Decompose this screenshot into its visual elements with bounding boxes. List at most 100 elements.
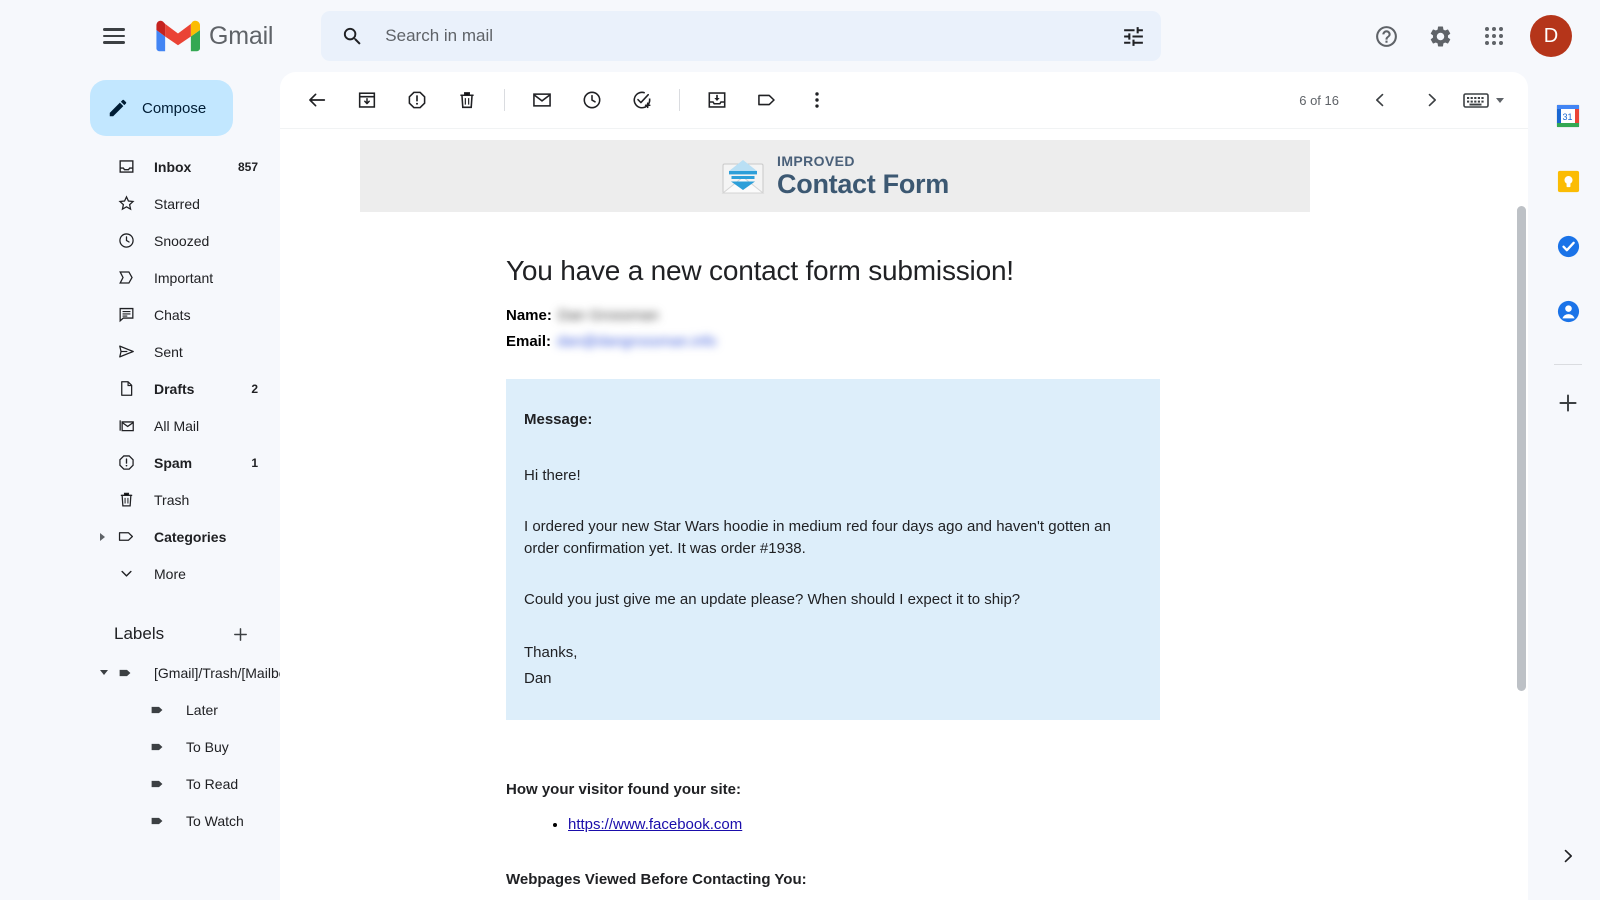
search-icon[interactable]: [339, 23, 365, 49]
gmail-app: Gmail D: [0, 0, 1600, 900]
field-value-redacted: dan@dangrossman.info: [557, 333, 717, 350]
label-item-to-read[interactable]: To Read: [90, 765, 270, 802]
list-item: https://www.facebook.com: [568, 816, 1528, 833]
top-header-bar: Gmail D: [0, 0, 1600, 72]
main-pane: 6 of 16 IMPROVED Contact Form You have a…: [280, 72, 1536, 900]
tune-options-icon[interactable]: [1119, 22, 1147, 50]
banner-eyebrow: IMPROVED: [777, 153, 855, 169]
referrer-link[interactable]: https://www.facebook.com: [568, 816, 742, 833]
label-item-to-buy[interactable]: To Buy: [90, 728, 270, 765]
sidebar-item-all-mail[interactable]: All Mail: [90, 407, 270, 444]
sidebar-item-label: Chats: [154, 306, 191, 323]
message-label: Message:: [524, 411, 593, 428]
sidebar-item-drafts[interactable]: Drafts 2: [90, 370, 270, 407]
label-filled-icon: [116, 663, 136, 683]
sidebar-item-important[interactable]: Important: [90, 259, 270, 296]
google-contacts-icon[interactable]: [1548, 291, 1588, 331]
google-keep-icon[interactable]: [1548, 161, 1588, 201]
label-text: To Watch: [186, 812, 244, 829]
star-icon: [116, 194, 136, 214]
content-divider: [280, 128, 1528, 129]
compose-button[interactable]: Compose: [90, 80, 233, 136]
label-item-gmail-trash-mailbox[interactable]: [Gmail]/Trash/[Mailbox]: [90, 654, 280, 691]
email-scrollbar-thumb[interactable]: [1517, 206, 1526, 691]
label-item-to-watch[interactable]: To Watch: [90, 802, 270, 839]
search-bar[interactable]: [321, 11, 1162, 61]
all-mail-icon: [116, 416, 136, 436]
sidebar-item-label: More: [154, 565, 186, 582]
add-side-panel-app-plus-icon[interactable]: [1548, 383, 1588, 423]
keyboard-icon: [1463, 92, 1489, 108]
chevron-left-icon[interactable]: [1360, 80, 1400, 120]
important-icon: [116, 268, 136, 288]
keyboard-shortcuts-toggle[interactable]: [1459, 91, 1508, 110]
apps-grid-icon[interactable]: [1470, 12, 1518, 60]
svg-text:31: 31: [1562, 112, 1572, 122]
clock-icon: [116, 231, 136, 251]
search-input[interactable]: [385, 26, 1120, 46]
pencil-compose-icon: [109, 99, 127, 117]
hamburger-menu-icon[interactable]: [90, 12, 138, 60]
google-tasks-icon[interactable]: [1548, 226, 1588, 266]
back-arrow-icon[interactable]: [297, 80, 337, 120]
delete-trash-icon[interactable]: [447, 80, 487, 120]
create-label-plus-icon[interactable]: [226, 620, 254, 648]
trash-icon: [116, 490, 136, 510]
gear-icon[interactable]: [1416, 12, 1464, 60]
field-email: Email: dan@dangrossman.info: [506, 329, 1528, 355]
message-paragraph: Could you just give me an update please?…: [524, 591, 1021, 608]
toolbar-divider: [679, 89, 680, 111]
banner-title: Contact Form: [777, 169, 949, 199]
message-box: Message: Hi there! I ordered your new St…: [506, 379, 1160, 720]
sidebar-item-label: All Mail: [154, 417, 200, 434]
more-vertical-icon[interactable]: [797, 80, 837, 120]
sidebar-item-label: Trash: [154, 491, 190, 508]
label-text: To Read: [186, 775, 239, 792]
chevron-down-icon: [116, 564, 136, 584]
field-label: Name:: [506, 307, 552, 324]
draft-file-icon: [116, 379, 136, 399]
gmail-brand[interactable]: Gmail: [156, 19, 273, 53]
sidebar-item-chats[interactable]: Chats: [90, 296, 270, 333]
sidebar-item-label: Categories: [154, 528, 227, 545]
label-item-later[interactable]: Later: [90, 691, 270, 728]
sidebar-item-trash[interactable]: Trash: [90, 481, 270, 518]
avatar[interactable]: D: [1530, 15, 1572, 57]
add-to-tasks-icon[interactable]: [622, 80, 662, 120]
gmail-logo-icon: [156, 20, 200, 52]
sidebar-item-starred[interactable]: Starred: [90, 185, 270, 222]
sidebar-item-inbox[interactable]: Inbox 857: [90, 148, 270, 185]
label-text: To Buy: [186, 738, 229, 755]
referrer-link-list: https://www.facebook.com: [568, 816, 1528, 833]
google-calendar-icon[interactable]: 31: [1548, 96, 1588, 136]
label-filled-icon: [148, 700, 168, 720]
submission-fields: Name: Dan Grossman Email: dan@dangrossma…: [506, 303, 1528, 355]
pagination-counter: 6 of 16: [1299, 92, 1339, 108]
collapse-caret-icon[interactable]: [100, 670, 108, 675]
labels-list: [Gmail]/Trash/[Mailbox] Later To Buy: [90, 654, 280, 839]
sidebar-item-sent[interactable]: Sent: [90, 333, 270, 370]
sidebar-item-count: 1: [251, 455, 258, 470]
move-to-inbox-icon[interactable]: [697, 80, 737, 120]
mark-unread-envelope-icon[interactable]: [522, 80, 562, 120]
help-question-icon[interactable]: [1362, 12, 1410, 60]
sidebar-item-label: Drafts: [154, 380, 195, 397]
expand-caret-icon[interactable]: [100, 532, 105, 541]
expand-side-panel-chevron-right-icon[interactable]: [1548, 836, 1588, 876]
sidebar-item-spam[interactable]: Spam 1: [90, 444, 270, 481]
sidebar-item-snoozed[interactable]: Snoozed: [90, 222, 270, 259]
email-body: You have a new contact form submission! …: [280, 255, 1528, 900]
email-content: IMPROVED Contact Form You have a new con…: [280, 128, 1528, 900]
field-value-redacted: Dan Grossman: [557, 307, 659, 324]
chevron-right-icon[interactable]: [1412, 80, 1452, 120]
email-scrollbar-track[interactable]: [1516, 128, 1528, 900]
archive-icon[interactable]: [347, 80, 387, 120]
report-spam-icon[interactable]: [397, 80, 437, 120]
label-tag-icon[interactable]: [747, 80, 787, 120]
toolbar-right-group: 6 of 16: [1299, 80, 1518, 120]
sidebar-item-more[interactable]: More: [90, 555, 270, 592]
email-scroll-region[interactable]: IMPROVED Contact Form You have a new con…: [280, 128, 1528, 900]
sidebar-item-categories[interactable]: Categories: [90, 518, 270, 555]
labels-title: Labels: [114, 624, 165, 643]
snooze-clock-icon[interactable]: [572, 80, 612, 120]
